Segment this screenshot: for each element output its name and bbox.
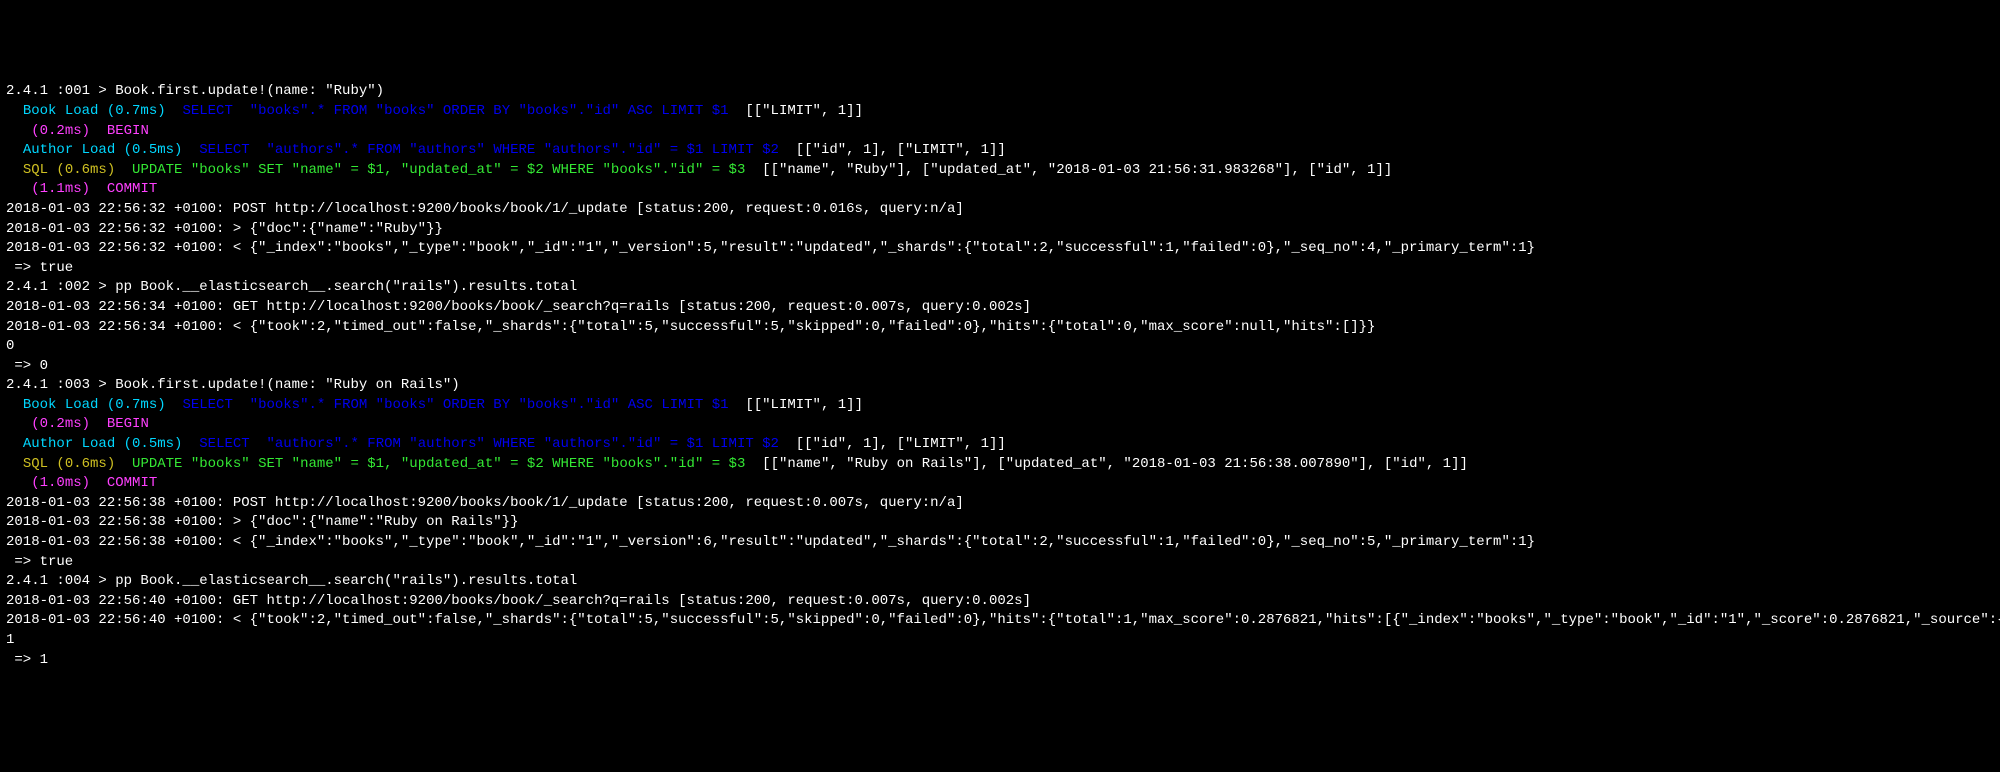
terminal-text: SQL (0.6ms) bbox=[23, 162, 115, 178]
terminal-text: SQL (0.6ms) bbox=[23, 456, 115, 472]
terminal-text: => true bbox=[6, 554, 82, 570]
terminal-text: [["name", "Ruby on Rails"], ["updated_at… bbox=[745, 456, 1468, 472]
terminal-line: 2018-01-03 22:56:38 +0100: > {"doc":{"na… bbox=[6, 513, 1994, 533]
terminal-text: UPDATE "books" SET "name" = $1, "updated… bbox=[132, 162, 745, 178]
terminal-line: 2018-01-03 22:56:32 +0100: > {"doc":{"na… bbox=[6, 220, 1994, 240]
terminal-text bbox=[6, 162, 23, 178]
terminal-text: [["id", 1], ["LIMIT", 1]] bbox=[779, 142, 1006, 158]
terminal-text: => true bbox=[6, 260, 82, 276]
terminal-text bbox=[6, 456, 23, 472]
terminal-text: Book Load (0.7ms) bbox=[23, 397, 166, 413]
terminal-text bbox=[6, 397, 23, 413]
terminal-text bbox=[90, 123, 107, 139]
terminal-text bbox=[6, 142, 23, 158]
terminal-text: SELECT "books".* FROM "books" ORDER BY "… bbox=[182, 103, 728, 119]
terminal-line: 2018-01-03 22:56:40 +0100: < {"took":2,"… bbox=[6, 611, 1994, 631]
terminal-text: COMMIT bbox=[107, 181, 157, 197]
terminal-line: => 0 bbox=[6, 357, 1994, 377]
terminal-text: BEGIN bbox=[107, 123, 149, 139]
terminal-line: 2018-01-03 22:56:32 +0100: POST http://l… bbox=[6, 200, 1994, 220]
terminal-text bbox=[6, 436, 23, 452]
terminal-text bbox=[182, 142, 199, 158]
terminal-line: 2018-01-03 22:56:40 +0100: GET http://lo… bbox=[6, 592, 1994, 612]
terminal-text: 2.4.1 :002 > pp Book.__elasticsearch__.s… bbox=[6, 279, 577, 295]
terminal-text: 2018-01-03 22:56:38 +0100: < {"_index":"… bbox=[6, 534, 1535, 550]
terminal-text bbox=[166, 103, 183, 119]
terminal-line: 2.4.1 :001 > Book.first.update!(name: "R… bbox=[6, 82, 1994, 102]
terminal-text: 2018-01-03 22:56:34 +0100: < {"took":2,"… bbox=[6, 319, 1375, 335]
terminal-line: (0.2ms) BEGIN bbox=[6, 122, 1994, 142]
terminal-output: 2.4.1 :001 > Book.first.update!(name: "R… bbox=[6, 82, 1994, 670]
terminal-text: 2018-01-03 22:56:40 +0100: < {"took":2,"… bbox=[6, 612, 2000, 628]
terminal-line: (1.0ms) COMMIT bbox=[6, 474, 1994, 494]
terminal-text: Book Load (0.7ms) bbox=[23, 103, 166, 119]
terminal-line: => true bbox=[6, 259, 1994, 279]
terminal-text bbox=[182, 436, 199, 452]
terminal-text: (0.2ms) bbox=[31, 416, 90, 432]
terminal-text: 2.4.1 :003 > Book.first.update!(name: "R… bbox=[6, 377, 460, 393]
terminal-line: 2.4.1 :002 > pp Book.__elasticsearch__.s… bbox=[6, 278, 1994, 298]
terminal-line: Author Load (0.5ms) SELECT "authors".* F… bbox=[6, 141, 1994, 161]
terminal-text: SELECT "books".* FROM "books" ORDER BY "… bbox=[182, 397, 728, 413]
terminal-text bbox=[6, 123, 31, 139]
terminal-text: BEGIN bbox=[107, 416, 149, 432]
terminal-text: COMMIT bbox=[107, 475, 157, 491]
terminal-text: SELECT "authors".* FROM "authors" WHERE … bbox=[199, 436, 779, 452]
terminal-line: 2018-01-03 22:56:32 +0100: < {"_index":"… bbox=[6, 239, 1994, 259]
terminal-text: 1 bbox=[6, 632, 14, 648]
terminal-text: [["LIMIT", 1]] bbox=[729, 397, 863, 413]
terminal-line: Author Load (0.5ms) SELECT "authors".* F… bbox=[6, 435, 1994, 455]
terminal-text: 0 bbox=[6, 338, 14, 354]
terminal-line: (1.1ms) COMMIT bbox=[6, 180, 1994, 200]
terminal-text bbox=[6, 475, 31, 491]
terminal-text bbox=[90, 181, 107, 197]
terminal-line: (0.2ms) BEGIN bbox=[6, 415, 1994, 435]
terminal-text: => 0 bbox=[6, 358, 56, 374]
terminal-line: 2018-01-03 22:56:34 +0100: < {"took":2,"… bbox=[6, 318, 1994, 338]
terminal-text: SELECT "authors".* FROM "authors" WHERE … bbox=[199, 142, 779, 158]
terminal-text: => 1 bbox=[6, 652, 56, 668]
terminal-text: [["LIMIT", 1]] bbox=[729, 103, 863, 119]
terminal-text: UPDATE "books" SET "name" = $1, "updated… bbox=[132, 456, 745, 472]
terminal-text: (1.1ms) bbox=[31, 181, 90, 197]
terminal-text bbox=[115, 162, 132, 178]
terminal-text: 2018-01-03 22:56:40 +0100: GET http://lo… bbox=[6, 593, 1031, 609]
terminal-text bbox=[6, 181, 31, 197]
terminal-text: 2.4.1 :004 > pp Book.__elasticsearch__.s… bbox=[6, 573, 577, 589]
terminal-line: => true bbox=[6, 553, 1994, 573]
terminal-line: SQL (0.6ms) UPDATE "books" SET "name" = … bbox=[6, 161, 1994, 181]
terminal-line: 2.4.1 :004 > pp Book.__elasticsearch__.s… bbox=[6, 572, 1994, 592]
terminal-line: 2018-01-03 22:56:38 +0100: POST http://l… bbox=[6, 494, 1994, 514]
terminal-text: 2.4.1 :001 > Book.first.update!(name: "R… bbox=[6, 83, 384, 99]
terminal-text bbox=[90, 475, 107, 491]
terminal-text: (1.0ms) bbox=[31, 475, 90, 491]
terminal-text: 2018-01-03 22:56:32 +0100: < {"_index":"… bbox=[6, 240, 1535, 256]
terminal-text: 2018-01-03 22:56:38 +0100: > {"doc":{"na… bbox=[6, 514, 518, 530]
terminal-line: 0 bbox=[6, 337, 1994, 357]
terminal-line: 2018-01-03 22:56:34 +0100: GET http://lo… bbox=[6, 298, 1994, 318]
terminal-line: 2.4.1 :003 > Book.first.update!(name: "R… bbox=[6, 376, 1994, 396]
terminal-text: Author Load (0.5ms) bbox=[23, 436, 183, 452]
terminal-text: [["id", 1], ["LIMIT", 1]] bbox=[779, 436, 1006, 452]
terminal-line: SQL (0.6ms) UPDATE "books" SET "name" = … bbox=[6, 455, 1994, 475]
terminal-text: 2018-01-03 22:56:32 +0100: > {"doc":{"na… bbox=[6, 221, 443, 237]
terminal-text bbox=[6, 416, 31, 432]
terminal-text: 2018-01-03 22:56:38 +0100: POST http://l… bbox=[6, 495, 964, 511]
terminal-text: Author Load (0.5ms) bbox=[23, 142, 183, 158]
terminal-text bbox=[166, 397, 183, 413]
terminal-line: Book Load (0.7ms) SELECT "books".* FROM … bbox=[6, 396, 1994, 416]
terminal-text bbox=[90, 416, 107, 432]
terminal-text bbox=[6, 103, 23, 119]
terminal-text: (0.2ms) bbox=[31, 123, 90, 139]
terminal-text: 2018-01-03 22:56:34 +0100: GET http://lo… bbox=[6, 299, 1031, 315]
terminal-text: 2018-01-03 22:56:32 +0100: POST http://l… bbox=[6, 201, 964, 217]
terminal-line: Book Load (0.7ms) SELECT "books".* FROM … bbox=[6, 102, 1994, 122]
terminal-line: 1 bbox=[6, 631, 1994, 651]
terminal-text bbox=[115, 456, 132, 472]
terminal-line: 2018-01-03 22:56:38 +0100: < {"_index":"… bbox=[6, 533, 1994, 553]
terminal-text: [["name", "Ruby"], ["updated_at", "2018-… bbox=[745, 162, 1392, 178]
terminal-line: => 1 bbox=[6, 651, 1994, 671]
